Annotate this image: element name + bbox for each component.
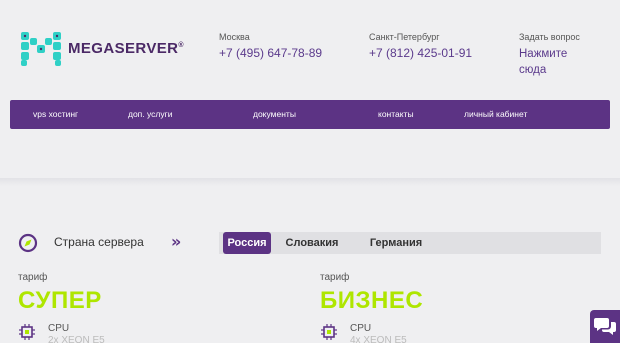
compass-icon xyxy=(18,233,38,253)
chat-button[interactable] xyxy=(590,310,620,343)
nav-item-vps[interactable]: vps хостинг xyxy=(33,100,78,129)
cpu-value: 4x XEON E5 xyxy=(350,335,407,343)
header-divider xyxy=(0,178,620,186)
plan-name: СУПЕР xyxy=(18,287,102,314)
cpu-spec: CPU 4x XEON E5 xyxy=(320,323,580,343)
phone-link[interactable]: +7 (812) 425-01-91 xyxy=(369,46,472,60)
tariff-label: тариф xyxy=(320,272,350,283)
ask-title: Задать вопрос xyxy=(519,32,580,42)
cpu-label: CPU xyxy=(350,323,372,334)
plan-card-super: тариф СУПЕР CPU 2x XEON E5 xyxy=(18,272,278,343)
cpu-chip-icon xyxy=(19,324,35,340)
city-label: Москва xyxy=(219,32,250,42)
ask-question: Задать вопрос Нажмите сюда xyxy=(519,32,580,78)
tab-russia[interactable]: Россия xyxy=(223,232,271,254)
cpu-chip-icon xyxy=(321,324,337,340)
tariff-label: тариф xyxy=(18,272,48,283)
cpu-spec: CPU 2x XEON E5 xyxy=(18,323,278,343)
ask-link[interactable]: Нажмите сюда xyxy=(519,46,580,78)
contact-spb: Санкт-Петербург +7 (812) 425-01-91 xyxy=(369,32,472,60)
city-label: Санкт-Петербург xyxy=(369,32,440,42)
ask-link-line1[interactable]: Нажмите xyxy=(519,46,580,62)
nav-item-account[interactable]: личный кабинет xyxy=(464,100,527,129)
cpu-value: 2x XEON E5 xyxy=(48,335,105,343)
phone-link[interactable]: +7 (495) 647-78-89 xyxy=(219,46,322,60)
logo[interactable]: MEGASERVER® xyxy=(18,28,184,68)
contact-moscow: Москва +7 (495) 647-78-89 xyxy=(219,32,322,60)
nav-item-documents[interactable]: документы xyxy=(253,100,296,129)
logo-text: MEGASERVER® xyxy=(68,39,184,57)
ask-link-line2[interactable]: сюда xyxy=(519,62,580,78)
chevron-right-icon: » xyxy=(171,232,182,251)
plan-name: БИЗНЕС xyxy=(320,287,424,314)
country-label: Страна сервера xyxy=(54,235,144,249)
nav-item-services[interactable]: доп. услуги xyxy=(128,100,172,129)
plan-card-business: тариф БИЗНЕС CPU 4x XEON E5 xyxy=(320,272,580,343)
nav-item-contacts[interactable]: контакты xyxy=(378,100,414,129)
main-nav: vps хостинг доп. услуги документы контак… xyxy=(10,100,610,129)
country-selector: Страна сервера » Россия Словакия Германи… xyxy=(0,230,620,256)
tab-slovakia[interactable]: Словакия xyxy=(281,232,343,254)
tab-germany[interactable]: Германия xyxy=(363,232,429,254)
cpu-label: CPU xyxy=(48,323,70,334)
megaserver-m-logo-icon xyxy=(21,32,61,66)
chat-bubbles-icon xyxy=(594,318,616,335)
site-header: MEGASERVER® Москва +7 (495) 647-78-89 Са… xyxy=(0,0,620,180)
country-tabs: Россия Словакия Германия xyxy=(219,232,601,254)
